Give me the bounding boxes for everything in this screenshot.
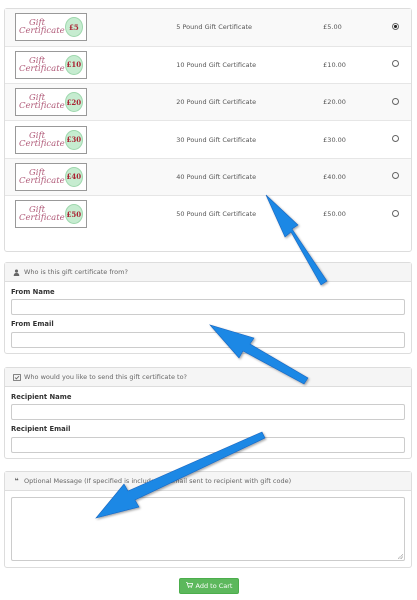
certificate-thumbnail: Gift Certificate £10 (15, 50, 87, 79)
certificate-thumbnail: Gift Certificate £20 (15, 88, 87, 117)
recipient-name-label: Recipient Name (11, 393, 72, 401)
message-textarea[interactable] (11, 497, 405, 561)
certificate-thumbnail-text: Gift Certificate (19, 205, 65, 224)
certificate-thumbnail-text: Gift Certificate (19, 93, 65, 112)
certificate-price: £10.00 (323, 45, 380, 84)
recipient-email-input[interactable] (11, 437, 405, 453)
certificate-thumbnail: Gift Certificate £40 (15, 162, 87, 191)
certificate-description: 5 Pound Gift Certificate (176, 23, 252, 32)
certificate-row[interactable]: Gift Certificate £50 50 Pound Gift Certi… (5, 194, 411, 233)
from-name-input[interactable] (11, 299, 405, 315)
certificate-radio-cell (379, 157, 411, 196)
certificate-radio[interactable] (391, 97, 399, 105)
certificate-radio[interactable] (391, 135, 399, 143)
from-panel-title: Who is this gift certificate from? (24, 268, 128, 276)
certificate-amount-badge: £10 (64, 54, 83, 75)
from-panel-heading: Who is this gift certificate from? (5, 263, 411, 282)
certificate-description: 10 Pound Gift Certificate (108, 45, 324, 84)
certificate-description: 30 Pound Gift Certificate (108, 120, 324, 159)
certificate-row[interactable]: Gift Certificate £10 10 Pound Gift Certi… (5, 45, 411, 84)
certificate-row[interactable]: Gift Certificate £30 30 Pound Gift Certi… (5, 120, 411, 159)
certificate-radio[interactable] (391, 209, 399, 217)
certificate-amount-badge: £50 (64, 204, 83, 225)
certificate-row[interactable]: Gift Certificate £40 40 Pound Gift Certi… (5, 157, 411, 196)
message-panel-title: Optional Message (If specified is includ… (24, 477, 292, 485)
certificate-amount-badge: £20 (64, 92, 83, 113)
certificate-description: 40 Pound Gift Certificate (108, 157, 324, 196)
recipient-panel-heading: Who would you like to send this gift cer… (5, 368, 411, 387)
certificate-thumb-cell: Gift Certificate £40 (5, 157, 109, 196)
recipient-name-input[interactable] (11, 404, 405, 420)
certificate-thumbnail-text: Gift Certificate (19, 130, 65, 149)
certificate-table: Gift Certificate £5 5 Pound Gift Certifi… (5, 9, 411, 233)
certificate-thumbnail: Gift Certificate £30 (15, 125, 87, 154)
certificate-thumbnail: Gift Certificate £50 (15, 200, 87, 229)
certificate-thumb-cell: Gift Certificate £50 (5, 194, 109, 233)
envelope-check-icon (12, 373, 21, 381)
certificate-thumb-cell: Gift Certificate £5 (5, 9, 108, 46)
recipient-email-label: Recipient Email (11, 425, 71, 433)
from-email-input[interactable] (11, 332, 405, 348)
cart-icon (185, 582, 193, 590)
certificate-thumbnail-text: Gift Certificate (19, 167, 65, 186)
user-icon (12, 269, 21, 276)
certificate-price: £5.00 (323, 23, 342, 32)
certificate-table-panel: Gift Certificate £5 5 Pound Gift Certifi… (4, 8, 412, 252)
certificate-description: 50 Pound Gift Certificate (108, 194, 324, 233)
certificate-radio-cell (379, 120, 411, 159)
certificate-thumb-cell: Gift Certificate £20 (5, 83, 109, 121)
resize-grip-icon[interactable] (398, 554, 403, 559)
certificate-thumbnail-text: Gift Certificate (19, 55, 65, 74)
certificate-row[interactable]: Gift Certificate £20 20 Pound Gift Certi… (5, 83, 411, 121)
from-name-label: From Name (11, 288, 55, 296)
certificate-amount-badge: £40 (64, 166, 83, 187)
certificate-price: £30.00 (323, 120, 380, 159)
certificate-radio[interactable] (391, 60, 399, 68)
certificate-radio[interactable] (391, 172, 399, 180)
certificate-radio-cell (379, 83, 411, 121)
certificate-radio-cell (379, 45, 411, 84)
certificate-description: 20 Pound Gift Certificate (108, 83, 324, 121)
certificate-thumbnail: Gift Certificate £5 (15, 13, 87, 42)
certificate-thumbnail-text: Gift Certificate (19, 18, 65, 37)
certificate-radio[interactable] (391, 22, 399, 30)
add-to-cart-label: Add to Cart (195, 582, 233, 590)
certificate-price: £40.00 (323, 157, 380, 196)
recipient-panel-title: Who would you like to send this gift cer… (24, 373, 187, 381)
certificate-radio-cell (379, 194, 411, 233)
certificate-thumb-cell: Gift Certificate £10 (5, 45, 109, 84)
certificate-thumb-cell: Gift Certificate £30 (5, 120, 109, 159)
quote-icon: ❝ (14, 477, 19, 485)
certificate-amount-badge: £30 (64, 129, 83, 150)
add-to-cart-button[interactable]: Add to Cart (179, 578, 239, 594)
certificate-price: £50.00 (323, 194, 380, 233)
message-panel-heading: ❝ Optional Message (If specified is incl… (5, 472, 411, 491)
from-email-label: From Email (11, 320, 54, 328)
certificate-row[interactable]: Gift Certificate £5 5 Pound Gift Certifi… (5, 9, 411, 47)
certificate-radio-cell (380, 9, 411, 46)
certificate-amount-badge: £5 (64, 17, 83, 38)
certificate-price: £20.00 (323, 83, 380, 121)
